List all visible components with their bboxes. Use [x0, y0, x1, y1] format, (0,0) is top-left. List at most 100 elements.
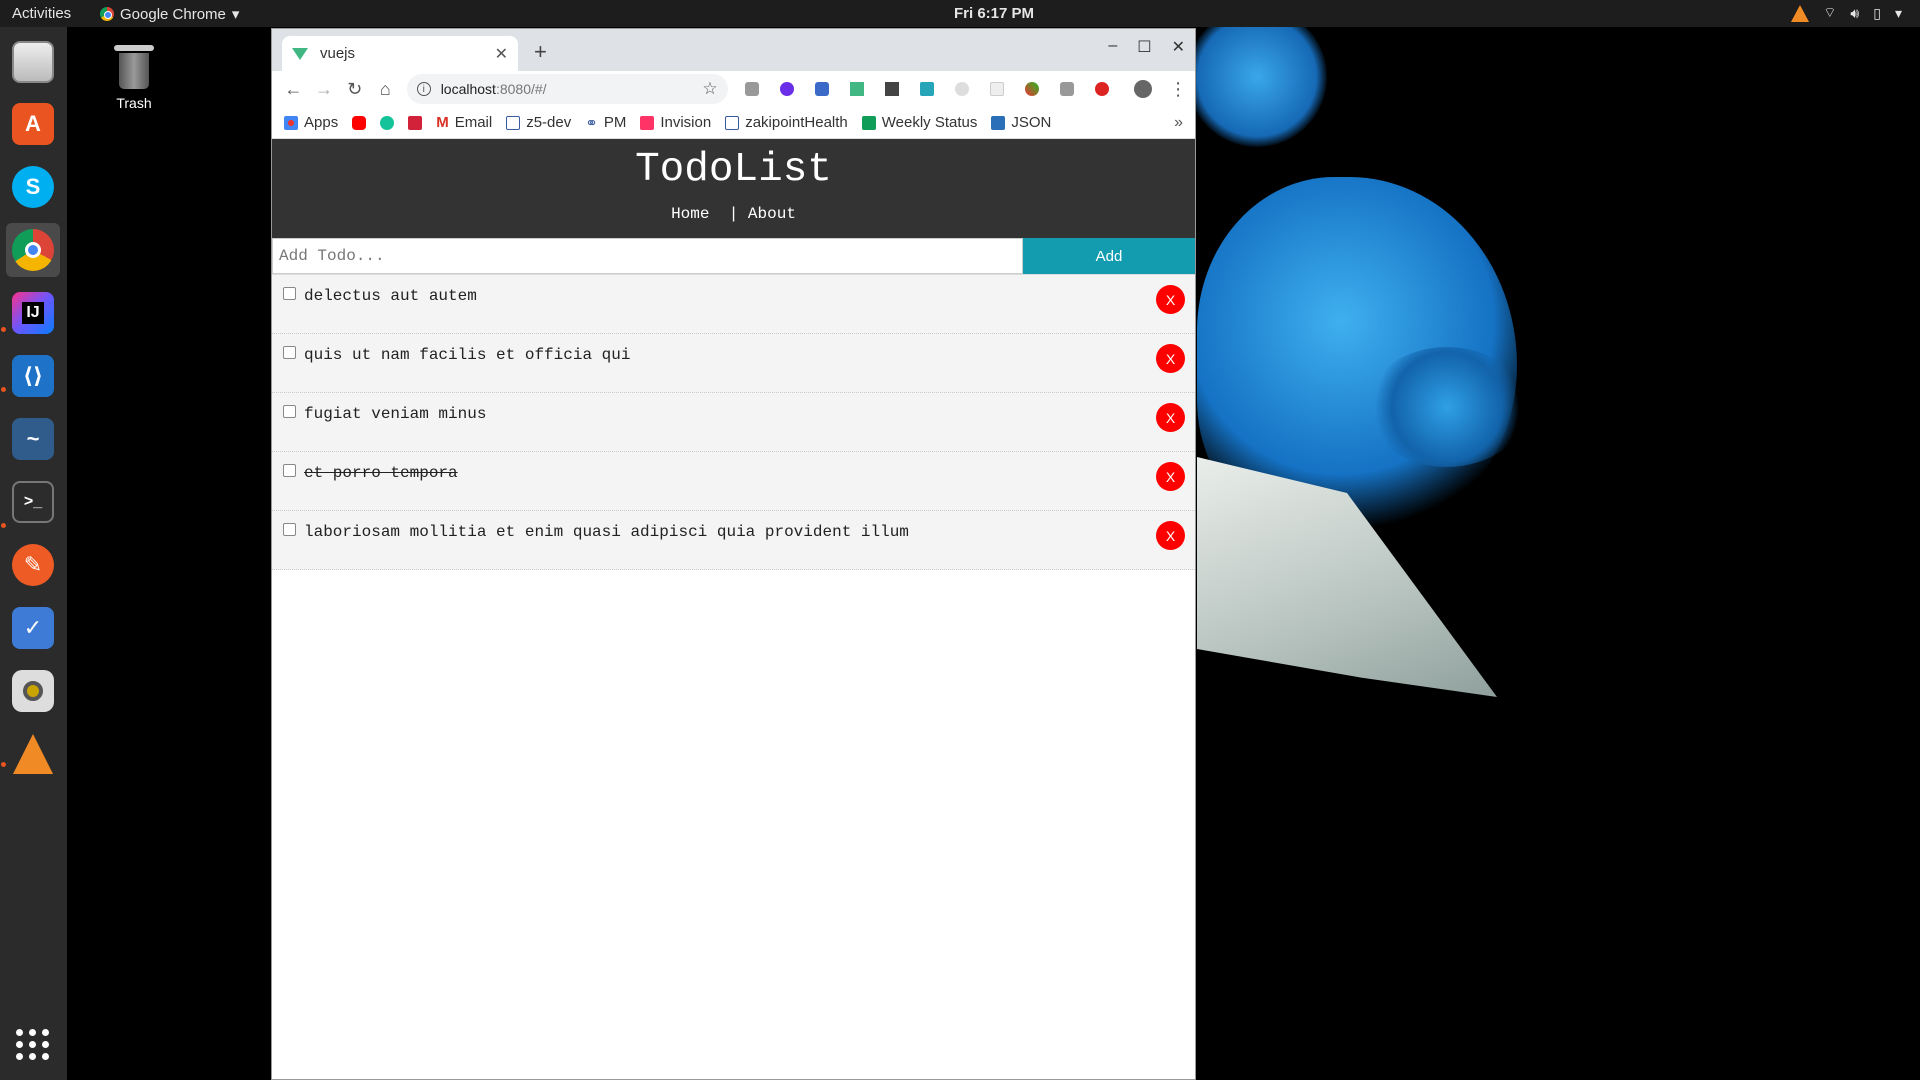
file-cabinet-icon	[12, 41, 54, 83]
app-menu[interactable]: Google Chrome ▾	[100, 5, 239, 23]
bookmarks-overflow-button[interactable]: »	[1174, 114, 1183, 132]
app-nav: Home | About	[272, 205, 1195, 223]
forward-arrow-icon[interactable]: →	[311, 75, 338, 103]
close-window-icon[interactable]: ✕	[1172, 37, 1185, 57]
wifi-icon[interactable]: ⌔	[1823, 4, 1836, 22]
trash-desktop-icon[interactable]: Trash	[99, 45, 169, 111]
bookmark-red-grid[interactable]	[408, 115, 423, 130]
todo-checkbox[interactable]	[283, 523, 296, 536]
todo-checkbox[interactable]	[283, 346, 296, 359]
nav-home-link[interactable]: Home	[671, 205, 709, 223]
dock-mysql-workbench[interactable]: ~	[6, 412, 60, 466]
dolphin-icon: ~	[12, 418, 54, 460]
dock-intellij[interactable]: IJ	[6, 286, 60, 340]
bookmark-weekly-status[interactable]: Weekly Status	[861, 114, 977, 131]
menu-dots-icon[interactable]: ⋮	[1169, 79, 1187, 100]
clock[interactable]: Fri 6:17 PM	[954, 5, 1034, 22]
info-icon[interactable]: i	[416, 82, 431, 96]
software-center-icon: A	[12, 103, 54, 145]
delete-todo-button[interactable]: X	[1156, 521, 1185, 550]
extension-pen-icon[interactable]	[1021, 78, 1042, 100]
bookmark-grammarly[interactable]	[380, 115, 395, 130]
delete-todo-button[interactable]: X	[1156, 344, 1185, 373]
todo-item: delectus aut autem X	[272, 275, 1195, 334]
extension-v-icon[interactable]	[777, 78, 798, 100]
system-tray[interactable]: ⌔ 🔊︎ ▯ ▾	[1791, 4, 1902, 22]
dock-tasks[interactable]: ✓	[6, 601, 60, 655]
todo-title: delectus aut autem	[304, 287, 477, 305]
dock-software[interactable]: A	[6, 97, 60, 151]
maximize-icon[interactable]: ☐	[1137, 37, 1151, 57]
todo-checkbox[interactable]	[283, 405, 296, 418]
extension-image-icon[interactable]	[916, 78, 937, 100]
battery-icon[interactable]: ▯	[1873, 5, 1881, 22]
dock-chrome[interactable]	[6, 223, 60, 277]
bookmark-youtube[interactable]	[352, 115, 367, 130]
extension-qr-icon[interactable]	[881, 78, 902, 100]
delete-todo-button[interactable]: X	[1156, 285, 1185, 314]
extension-cloud-icon[interactable]	[742, 78, 763, 100]
running-indicator	[1, 327, 6, 332]
bookmark-json[interactable]: JSON	[991, 114, 1051, 131]
reload-icon[interactable]: ↻	[341, 75, 368, 103]
trash-label: Trash	[116, 95, 152, 111]
minimize-icon[interactable]: –	[1108, 37, 1117, 57]
add-button[interactable]: Add	[1023, 238, 1195, 274]
skype-icon: S	[12, 166, 54, 208]
bookmark-email[interactable]: M Email	[436, 114, 492, 131]
tab-strip: vuejs ✕ + – ☐ ✕	[272, 29, 1195, 71]
bookmark-label: zakipointHealth	[745, 114, 848, 131]
tab-vuejs[interactable]: vuejs ✕	[282, 36, 518, 71]
back-arrow-icon[interactable]: ←	[280, 75, 307, 103]
app-header: TodoList Home | About	[272, 139, 1195, 238]
app-grid-icon	[16, 1028, 50, 1060]
chrome-icon	[100, 7, 114, 21]
page-title: TodoList	[635, 147, 832, 193]
window-controls: – ☐ ✕	[1108, 37, 1185, 57]
profile-avatar-icon[interactable]	[1132, 78, 1153, 100]
bookmark-star-icon[interactable]: ☆	[702, 79, 717, 99]
url-host: localhost	[440, 81, 496, 97]
extension-shield-icon[interactable]	[812, 78, 833, 100]
bookmark-apps[interactable]: Apps	[284, 114, 338, 131]
close-icon[interactable]: ✕	[495, 44, 508, 64]
dock-vscode[interactable]: ⟨⟩	[6, 349, 60, 403]
address-bar[interactable]: i localhost:8080/#/ ☆	[406, 74, 728, 104]
dock-rhythmbox[interactable]	[6, 664, 60, 718]
dock-terminal[interactable]: >_	[6, 475, 60, 529]
extension-red-icon[interactable]	[1091, 78, 1112, 100]
volume-icon[interactable]: 🔊︎	[1850, 5, 1859, 22]
todo-checkbox[interactable]	[283, 287, 296, 300]
bookmark-invision[interactable]: Invision	[640, 114, 711, 131]
extension-circle-icon[interactable]	[951, 78, 972, 100]
dock-files[interactable]	[6, 35, 60, 89]
postman-icon: ✎	[12, 544, 54, 586]
nav-about-link[interactable]: About	[748, 205, 796, 223]
vlc-cone-icon	[13, 734, 53, 774]
chevron-down-icon[interactable]: ▾	[1895, 5, 1902, 22]
extension-gray-shield-icon[interactable]	[1056, 78, 1077, 100]
running-indicator	[1, 387, 6, 392]
dock-skype[interactable]: S	[6, 160, 60, 214]
red-grid-icon	[408, 115, 423, 130]
vlc-tray-icon[interactable]	[1791, 4, 1810, 22]
dock-vlc[interactable]	[6, 727, 60, 781]
todo-checkbox[interactable]	[283, 464, 296, 477]
chart-icon	[506, 115, 521, 130]
extension-square-icon[interactable]	[986, 78, 1007, 100]
activities-button[interactable]: Activities	[12, 5, 71, 22]
bookmark-pm[interactable]: ⚭ PM	[585, 114, 626, 132]
delete-todo-button[interactable]: X	[1156, 462, 1185, 491]
add-todo-input[interactable]	[272, 238, 1023, 274]
extension-vue-devtools-icon[interactable]	[846, 78, 867, 100]
todo-item: laboriosam mollitia et enim quasi adipis…	[272, 511, 1195, 570]
new-tab-button[interactable]: +	[534, 39, 547, 65]
home-icon[interactable]: ⌂	[372, 75, 399, 103]
url-path: :8080/#/	[495, 81, 547, 97]
delete-todo-button[interactable]: X	[1156, 403, 1185, 432]
bookmark-zakipoint[interactable]: zakipointHealth	[725, 114, 848, 131]
show-applications-button[interactable]	[6, 1017, 60, 1071]
bookmark-z5dev[interactable]: z5-dev	[506, 114, 571, 131]
dock-postman[interactable]: ✎	[6, 538, 60, 592]
bookmark-label: Apps	[304, 114, 339, 131]
